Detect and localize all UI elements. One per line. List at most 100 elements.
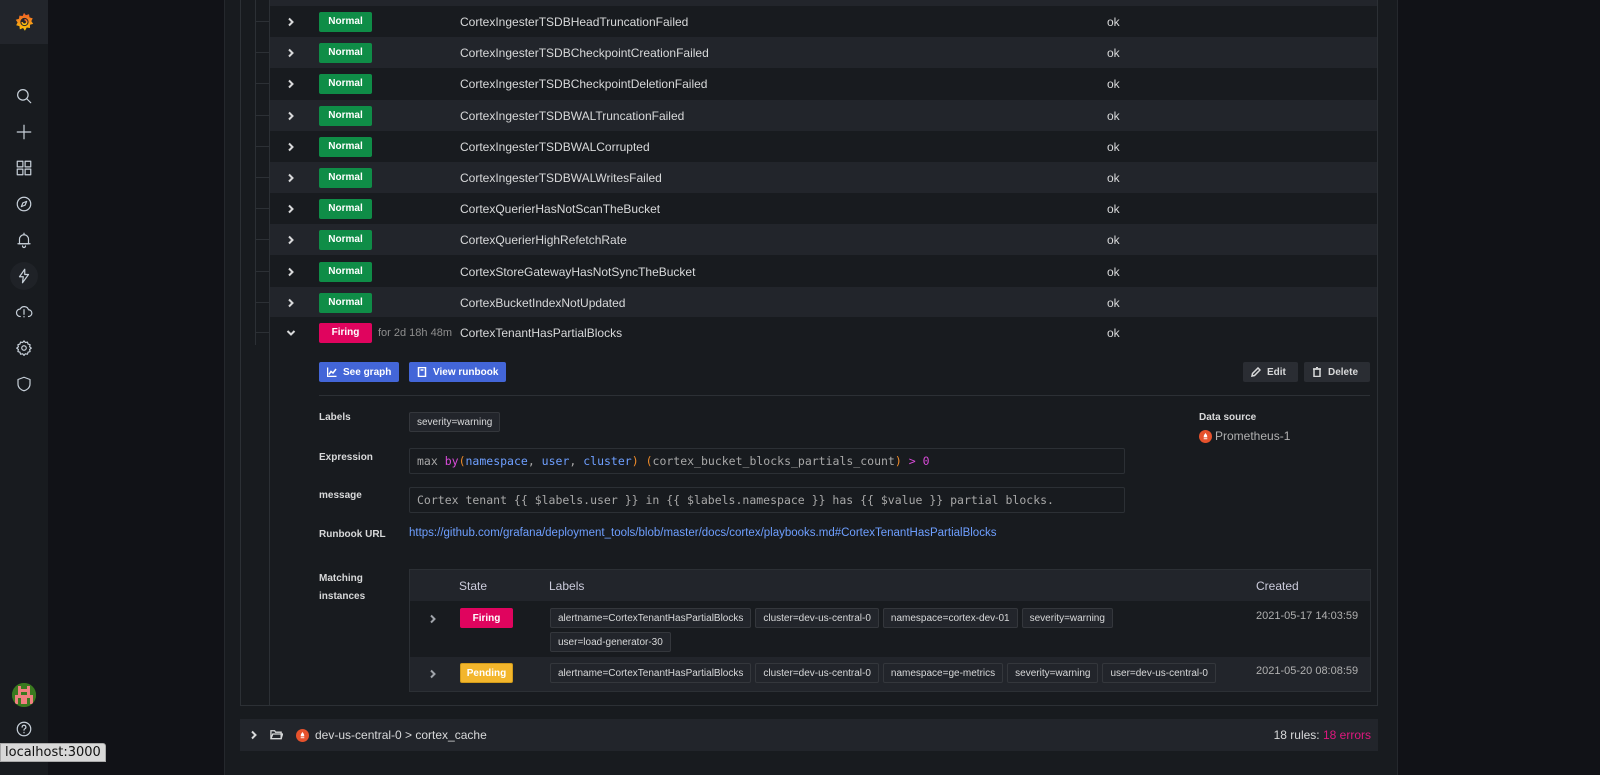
label-tag: cluster=dev-us-central-0	[755, 608, 879, 628]
state-badge: Firing	[319, 323, 372, 343]
see-graph-button[interactable]: See graph	[319, 362, 399, 382]
expr-token: ,	[569, 454, 583, 468]
rule-labels: severity=warning	[409, 412, 500, 432]
chevron-right-icon[interactable]	[248, 729, 260, 741]
bolt-icon[interactable]	[10, 262, 38, 290]
tree-branch	[255, 146, 270, 147]
message-field[interactable]: Cortex tenant {{ $labels.user }} in {{ $…	[409, 487, 1125, 513]
rule-group-header[interactable]: dev-us-central-0 > cortex_cache 18 rules…	[240, 719, 1378, 751]
trash-icon	[1312, 367, 1322, 377]
rule-row[interactable]: Normal CortexStoreGatewayHasNotSyncTheBuc…	[270, 256, 1377, 287]
rule-name: CortexIngesterTSDBCheckpointDeletionFail…	[460, 77, 707, 91]
chevron-right-icon[interactable]	[285, 16, 297, 28]
chevron-right-icon[interactable]	[285, 141, 297, 153]
tree-branch	[255, 239, 270, 240]
bell-icon[interactable]	[12, 228, 36, 252]
header-created: Created	[1256, 579, 1299, 593]
state-badge: Normal	[319, 293, 372, 313]
expr-token: )	[895, 454, 902, 468]
tree-branch	[255, 208, 270, 209]
label-tag: cluster=dev-us-central-0	[755, 663, 879, 683]
tree-branch	[255, 83, 270, 84]
chevron-right-icon[interactable]	[285, 110, 297, 122]
sidebar	[0, 0, 48, 775]
chart-line-icon	[327, 367, 337, 377]
expr-token: user	[542, 454, 570, 468]
header-labels: Labels	[549, 579, 584, 593]
search-icon[interactable]	[12, 84, 36, 108]
rule-health: ok	[1107, 265, 1120, 279]
chevron-right-icon[interactable]	[285, 266, 297, 278]
expr-token: max	[417, 454, 445, 468]
edit-button[interactable]: Edit	[1243, 362, 1298, 382]
rule-row[interactable]: NormalCortexIngesterTSDBCheckpointCreati…	[270, 37, 1377, 68]
chevron-right-icon[interactable]	[285, 297, 297, 309]
message-title: message	[319, 490, 362, 501]
expr-token: cortex_bucket_blocks_partials_count	[653, 454, 895, 468]
plus-icon[interactable]	[12, 120, 36, 144]
rule-row[interactable]: NormalCortexBucketIndexNotUpdatedok	[270, 287, 1377, 318]
delete-button[interactable]: Delete	[1304, 362, 1370, 382]
instance-row[interactable]: Firing alertname=CortexTenantHasPartialB…	[410, 601, 1370, 657]
rule-row[interactable]: NormalCortexIngesterTSDBWALTruncationFai…	[270, 100, 1377, 131]
rule-row-expanded[interactable]: Firing for 2d 18h 48m CortexTenantHasPar…	[270, 317, 1377, 348]
rule-row[interactable]: NormalCortexIngesterTSDBWALWritesFailedo…	[270, 162, 1377, 193]
runbook-link[interactable]: https://github.com/grafana/deployment_to…	[409, 527, 996, 539]
rule-health: ok	[1107, 46, 1120, 60]
instance-created: 2021-05-17 14:03:59	[1256, 610, 1358, 622]
help-icon[interactable]	[12, 717, 36, 741]
rule-row[interactable]: NormalCortexIngesterTSDBHeadTruncationFa…	[270, 6, 1377, 37]
instances-table: State Labels Created Firing alertname=Co…	[409, 569, 1371, 692]
cloud-alert-icon[interactable]	[12, 300, 36, 324]
data-source-title: Data source	[1199, 412, 1256, 423]
chevron-right-icon[interactable]	[285, 234, 297, 246]
state-badge: Normal	[319, 43, 372, 63]
user-avatar[interactable]	[12, 683, 36, 707]
rule-row[interactable]: NormalCortexIngesterTSDBCheckpointDeleti…	[270, 68, 1377, 99]
label-tag: namespace=cortex-dev-01	[883, 608, 1018, 628]
instances-title: Matching	[319, 573, 363, 584]
state-badge: Normal	[319, 262, 372, 282]
chevron-right-icon[interactable]	[427, 668, 439, 680]
tree-branch	[255, 115, 270, 116]
chevron-right-icon[interactable]	[285, 78, 297, 90]
state-badge: Normal	[319, 199, 372, 219]
rule-health: ok	[1107, 15, 1120, 29]
rule-row[interactable]: NormalCortexQuerierHasNotScanTheBucketok	[270, 193, 1377, 224]
rule-name: CortexStoreGatewayHasNotSyncTheBucket	[460, 265, 695, 279]
chevron-right-icon[interactable]	[285, 47, 297, 59]
instance-row[interactable]: Pending alertname=CortexTenantHasPartial…	[410, 657, 1370, 691]
rule-row[interactable]: NormalCortexQuerierHighRefetchRateok	[270, 224, 1377, 255]
grafana-logo-icon	[13, 11, 35, 33]
header-state: State	[459, 579, 487, 593]
folder-icon	[270, 728, 283, 744]
rule-health: ok	[1107, 140, 1120, 154]
chevron-down-icon[interactable]	[285, 327, 297, 339]
data-source-name: Prometheus-1	[1215, 429, 1290, 443]
shield-icon[interactable]	[12, 372, 36, 396]
compass-icon[interactable]	[12, 192, 36, 216]
chevron-right-icon[interactable]	[285, 203, 297, 215]
rule-health: ok	[1107, 77, 1120, 91]
instances-title-2: instances	[319, 591, 365, 602]
expr-token: namespace	[466, 454, 528, 468]
book-icon	[417, 367, 427, 377]
view-runbook-label: View runbook	[433, 367, 498, 378]
chevron-right-icon[interactable]	[427, 613, 439, 625]
instance-created: 2021-05-20 08:08:59	[1256, 665, 1358, 677]
label-tag: namespace=ge-metrics	[883, 663, 1003, 683]
errors-count: 18 errors	[1323, 728, 1371, 742]
rule-name: CortexIngesterTSDBWALCorrupted	[460, 140, 650, 154]
rule-row[interactable]: NormalCortexIngesterTSDBWALCorruptedok	[270, 131, 1377, 162]
expression-field[interactable]: max by(namespace, user, cluster) (cortex…	[409, 448, 1125, 474]
instance-state-badge: Pending	[460, 663, 513, 683]
grafana-logo[interactable]	[0, 0, 48, 44]
gear-icon[interactable]	[12, 336, 36, 360]
grid-icon[interactable]	[12, 156, 36, 180]
view-runbook-button[interactable]: View runbook	[409, 362, 506, 382]
chevron-right-icon[interactable]	[285, 172, 297, 184]
rule-name: CortexTenantHasPartialBlocks	[460, 326, 622, 340]
labels-title: Labels	[319, 412, 351, 423]
rules-count: 18 rules:	[1274, 728, 1323, 742]
expr-token: ,	[528, 454, 542, 468]
